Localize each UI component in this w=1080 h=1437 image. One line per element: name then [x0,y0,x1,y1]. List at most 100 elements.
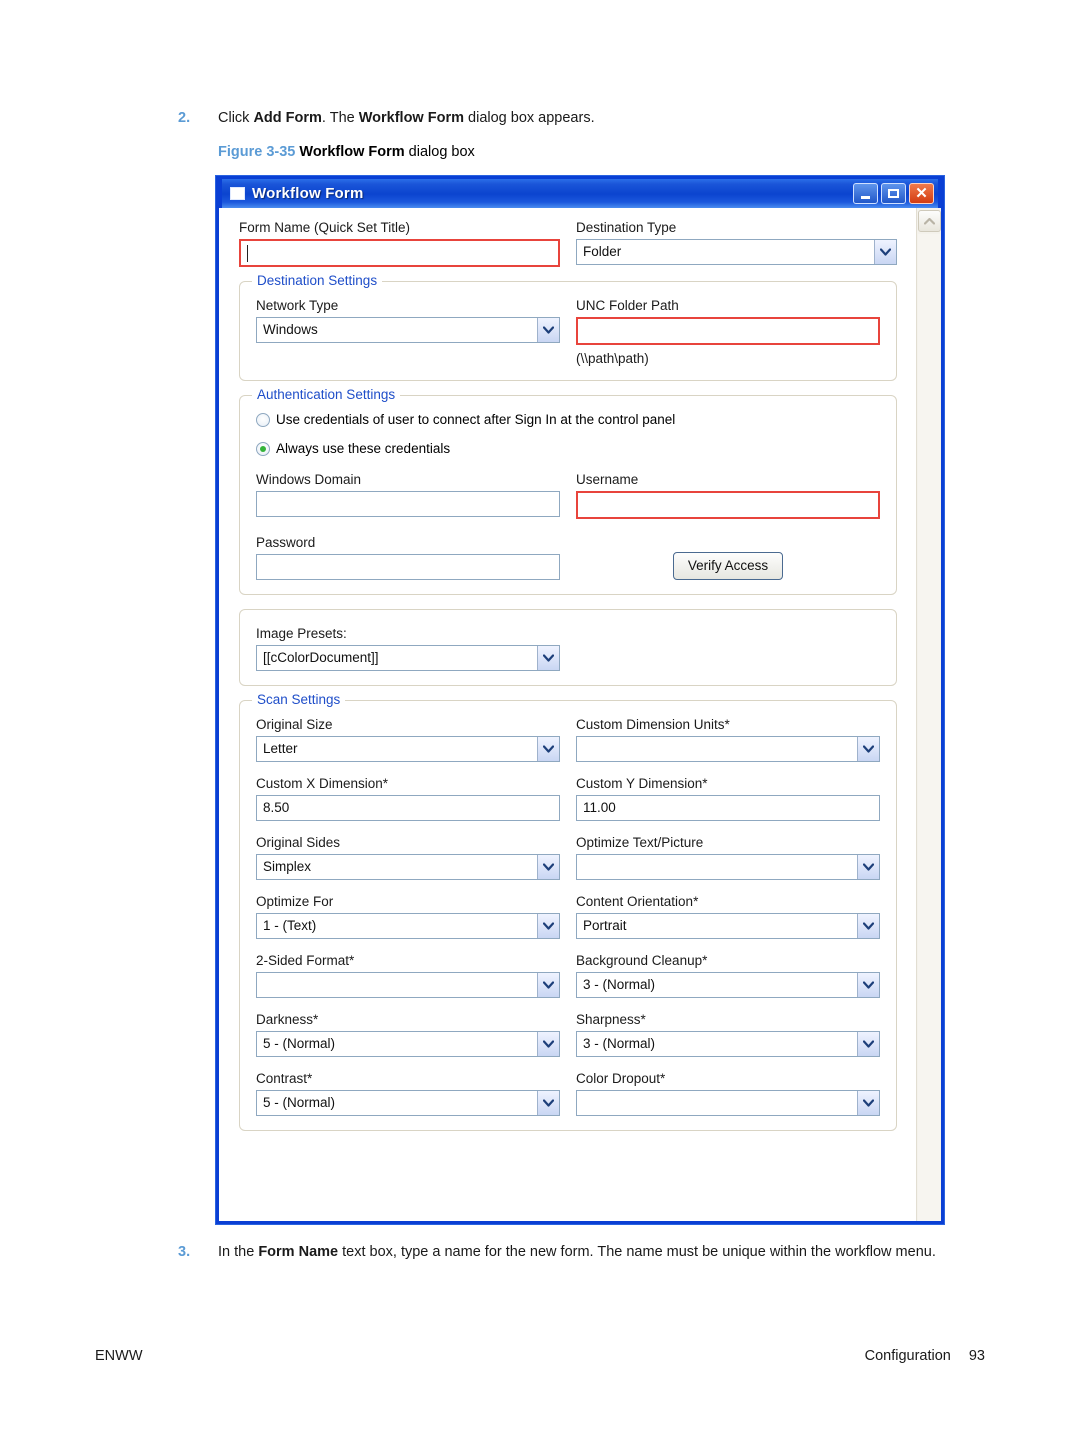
custom-dimension-units-label: Custom Dimension Units* [576,717,730,732]
chevron-down-icon[interactable] [857,855,879,879]
unc-folder-path-hint: (\\path\path) [576,351,649,366]
field-original-sides: Original Sides Simplex [256,835,560,880]
content-orientation-select[interactable]: Portrait [576,913,880,939]
contrast-select[interactable]: 5 - (Normal) [256,1090,560,1116]
maximize-button[interactable] [881,183,906,204]
custom-x-dimension-input[interactable]: 8.50 [256,795,560,821]
windows-domain-input[interactable] [256,491,560,517]
original-sides-value: Simplex [263,859,312,874]
minimize-button[interactable] [853,183,878,204]
chevron-down-icon[interactable] [537,737,559,761]
step-3-number: 3. [178,1244,191,1260]
network-type-select[interactable]: Windows [256,317,560,343]
window-icon [230,187,245,200]
password-input[interactable] [256,554,560,580]
original-sides-select[interactable]: Simplex [256,854,560,880]
image-presets-spacer [576,626,880,671]
step-2-pre: Click [218,110,254,126]
radio-always-use-these-credentials-label: Always use these credentials [276,441,451,456]
step-2-mid: . The [321,110,359,126]
scan-settings-group: Scan Settings Original Size Letter Custom … [239,692,897,1131]
figure-number: Figure 3-35 [218,144,296,160]
field-network-type: Network Type Windows [256,298,560,366]
chevron-down-icon[interactable] [537,318,559,342]
row-scan-field: Original Size Letter Custom Dimension Unit… [256,717,880,762]
row-image-presets: Image Presets: [[cColorDocument]] [256,626,880,671]
field-username: Username [576,472,880,519]
row-scan-field: Custom X Dimension* 8.50 Custom Y Dimensio… [256,776,880,821]
windows-domain-label: Windows Domain [256,472,362,487]
radio-use-signin-credentials-label: Use credentials of user to connect after… [276,412,676,427]
radio-icon-selected[interactable] [256,441,270,456]
radio-always-use-these-credentials[interactable]: Always use these credentials [256,441,880,456]
scroll-up-button[interactable] [917,210,941,232]
chevron-down-icon[interactable] [857,1032,879,1056]
scrollbar-track[interactable] [918,234,940,1221]
radio-use-signin-credentials[interactable]: Use credentials of user to connect after… [256,412,880,427]
form-name-input[interactable] [239,239,560,267]
custom-dimension-units-select[interactable] [576,736,880,762]
verify-access-button[interactable]: Verify Access [672,552,784,580]
unc-folder-path-input[interactable] [576,317,880,345]
2-sided-format-value [257,973,537,997]
field-form-name: Form Name (Quick Set Title) [239,220,560,267]
image-presets-select[interactable]: [[cColorDocument]] [256,645,560,671]
background-cleanup-select[interactable]: 3 - (Normal) [576,972,880,998]
footer-enww: ENWW [95,1348,143,1364]
content-orientation-value: Portrait [583,918,627,933]
step-3-pre: In the [218,1244,259,1260]
page-footer: ENWW Configuration 93 [95,1348,985,1364]
color-dropout-select[interactable] [576,1090,880,1116]
2-sided-format-select[interactable] [256,972,560,998]
darkness-label: Darkness* [256,1012,319,1027]
row-scan-field: Optimize For 1 - (Text) Content Orientatio… [256,894,880,939]
close-icon: ✕ [915,185,928,202]
sharpness-select[interactable]: 3 - (Normal) [576,1031,880,1057]
original-size-select[interactable]: Letter [256,736,560,762]
step-2-post: dialog box appears. [464,110,595,126]
image-presets-group: Image Presets: [[cColorDocument]] [239,609,897,686]
optimize-text-picture-select[interactable] [576,854,880,880]
chevron-down-icon[interactable] [874,240,896,264]
chevron-down-icon[interactable] [857,973,879,997]
chevron-down-icon[interactable] [857,737,879,761]
step-3-text: In the Form Name text box, type a name f… [218,1242,998,1263]
custom-y-dimension-input[interactable]: 11.00 [576,795,880,821]
chevron-down-icon[interactable] [537,973,559,997]
field-custom-x-dimension: Custom X Dimension* 8.50 [256,776,560,821]
field-optimize-for: Optimize For 1 - (Text) [256,894,560,939]
destination-type-label: Destination Type [576,220,677,235]
chevron-up-icon [923,217,935,225]
dialog-titlebar[interactable]: Workflow Form ✕ [219,176,941,208]
optimize-for-select[interactable]: 1 - (Text) [256,913,560,939]
background-cleanup-value: 3 - (Normal) [583,977,656,992]
chevron-down-icon[interactable] [537,646,559,670]
image-presets-value: [[cColorDocument]] [263,650,379,665]
contrast-value: 5 - (Normal) [263,1095,336,1110]
row-scan-field: Contrast* 5 - (Normal) Color Dropout* [256,1071,880,1116]
close-button[interactable]: ✕ [909,183,934,204]
vertical-scrollbar[interactable] [916,208,941,1221]
destination-type-select[interactable]: Folder [576,239,897,265]
darkness-select[interactable]: 5 - (Normal) [256,1031,560,1057]
radio-icon-unselected[interactable] [256,412,270,427]
window-controls: ✕ [853,183,934,204]
chevron-down-icon[interactable] [857,1091,879,1115]
scan-settings-fields: Original Size Letter Custom Dimension Unit… [256,717,880,1116]
field-darkness: Darkness* 5 - (Normal) [256,1012,560,1057]
destination-settings-legend: Destination Settings [252,273,383,288]
original-size-value: Letter [263,741,298,756]
chevron-down-icon[interactable] [537,1032,559,1056]
chevron-down-icon[interactable] [537,855,559,879]
dialog-body: Form Name (Quick Set Title) Destination … [219,208,941,1221]
chevron-down-icon[interactable] [537,1091,559,1115]
username-input[interactable] [576,491,880,519]
chevron-down-icon[interactable] [857,914,879,938]
field-2-sided-format: 2-Sided Format* [256,953,560,998]
color-dropout-value [577,1091,857,1115]
optimize-for-label: Optimize For [256,894,334,909]
figure-title-rest: dialog box [404,144,475,160]
field-windows-domain: Windows Domain [256,472,560,519]
row-form-name: Form Name (Quick Set Title) Destination … [239,220,897,267]
chevron-down-icon[interactable] [537,914,559,938]
